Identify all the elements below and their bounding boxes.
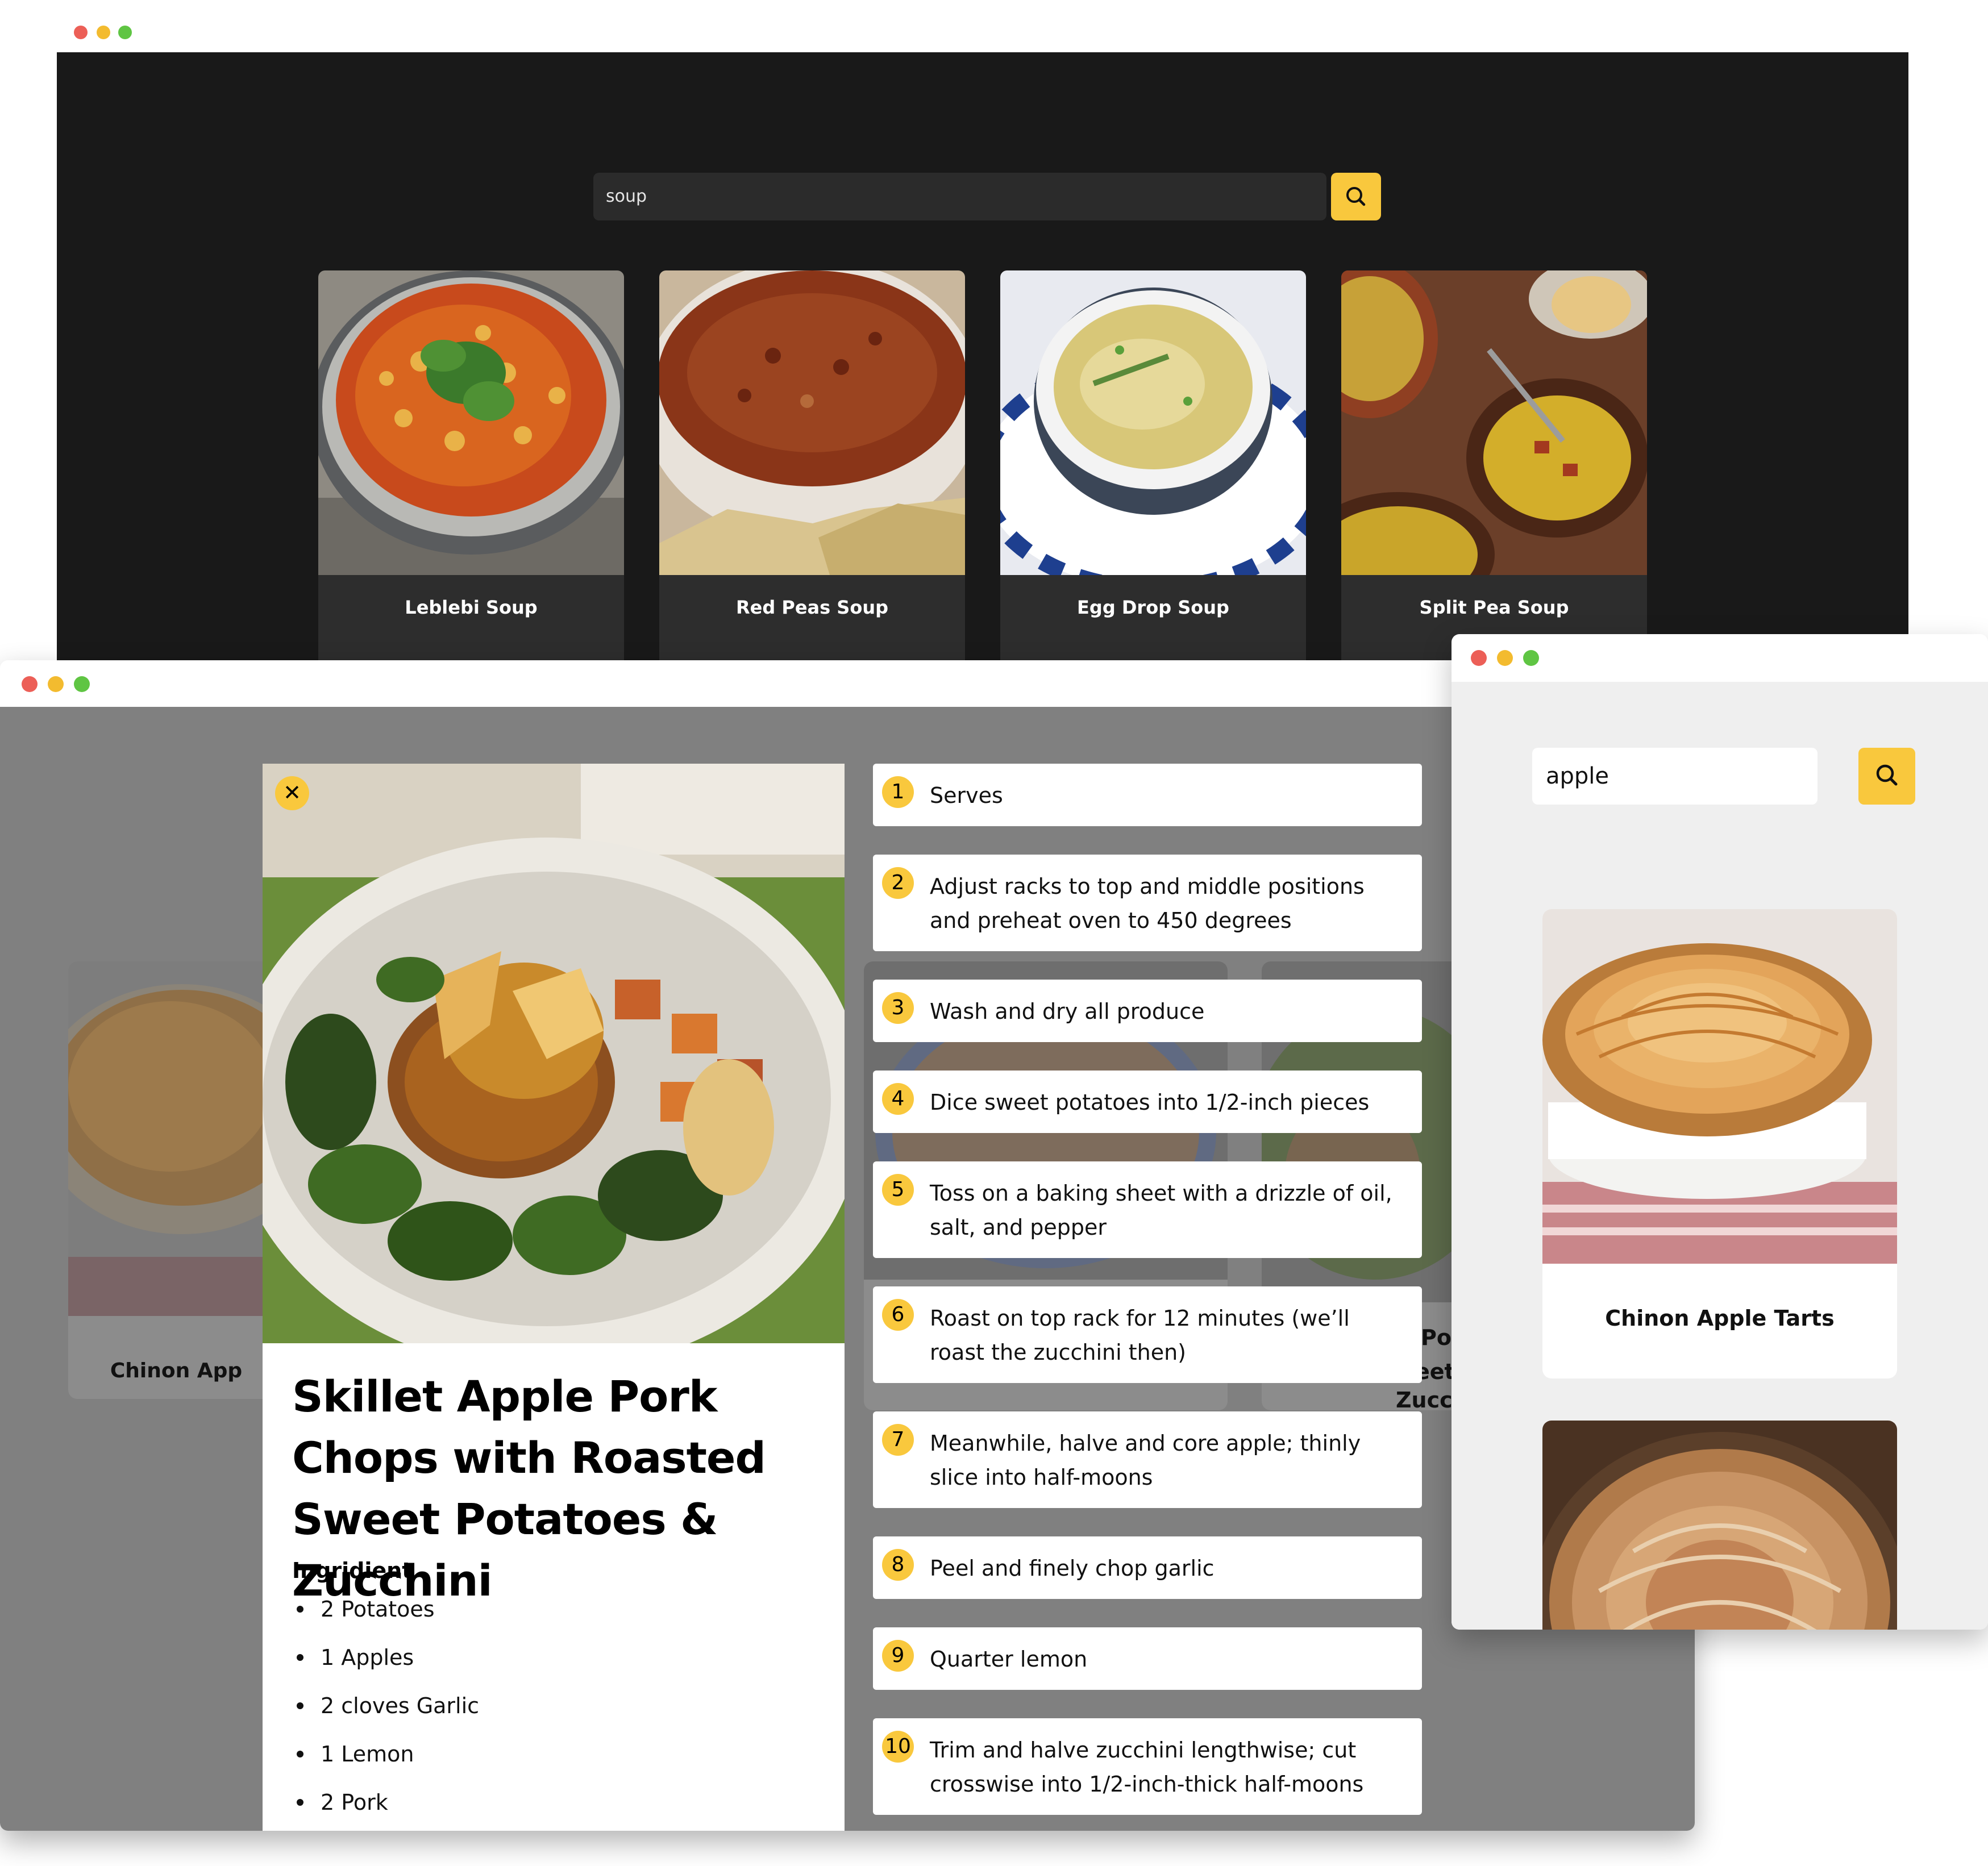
close-icon: ✕: [283, 780, 301, 805]
step-card: 3 Wash and dry all produce: [873, 980, 1422, 1042]
maximize-window-dot[interactable]: [1523, 650, 1539, 666]
step-text: Serves: [930, 783, 1003, 808]
recipe-card[interactable]: Red Peas Soup: [659, 270, 965, 665]
step-card: 7 Meanwhile, halve and core apple; thinl…: [873, 1411, 1422, 1508]
search-icon: [1876, 764, 1898, 786]
recipe-image: [263, 764, 845, 1343]
detail-page-overlay: Chinon App Po eet Zucch ✕ Skillet Apple …: [0, 707, 1695, 1831]
recipe-detail-window: Chinon App Po eet Zucch ✕ Skillet Apple …: [0, 660, 1695, 1831]
recipe-card[interactable]: Chinon Apple Tarts: [1542, 909, 1897, 1378]
step-text: Meanwhile, halve and core apple; thinly …: [930, 1431, 1361, 1490]
maximize-window-dot[interactable]: [118, 26, 132, 39]
recipe-card[interactable]: Split Pea Soup: [1341, 270, 1647, 665]
step-text: Toss on a baking sheet with a drizzle of…: [930, 1181, 1392, 1240]
step-number: 7: [882, 1424, 914, 1456]
minimize-window-dot[interactable]: [48, 676, 64, 692]
recipe-image: [1542, 909, 1897, 1264]
search-input[interactable]: apple: [1532, 748, 1818, 805]
recipe-title: Chinon Apple Tarts: [1605, 1306, 1835, 1331]
ingredient-item: 1 Apples: [292, 1640, 479, 1689]
step-card: 9 Quarter lemon: [873, 1627, 1422, 1690]
search-button[interactable]: [1858, 748, 1915, 805]
ingredient-item: 1 Lemon: [292, 1737, 479, 1785]
step-text: Quarter lemon: [930, 1647, 1088, 1672]
soup-page: soup Leblebi Soup Red Peas Soup Egg Drop…: [57, 52, 1908, 665]
recipe-card[interactable]: Egg Drop Soup: [1000, 270, 1306, 665]
minimize-window-dot[interactable]: [1497, 650, 1513, 666]
window-titlebar: [1452, 634, 1988, 682]
window-titlebar: [0, 0, 1988, 52]
ingredient-item: 2 cloves Garlic: [292, 1689, 479, 1737]
recipe-image: [1000, 270, 1306, 575]
step-card: 1 Serves: [873, 764, 1422, 826]
recipe-card[interactable]: [1542, 1421, 1897, 1630]
step-number: 2: [882, 867, 914, 899]
recipe-title: Egg Drop Soup: [1077, 597, 1229, 618]
step-card: 6 Roast on top rack for 12 minutes (we’l…: [873, 1286, 1422, 1383]
step-number: 8: [882, 1549, 914, 1581]
search-icon: [1346, 187, 1366, 206]
recipe-detail-panel: ✕ Skillet Apple Pork Chops with Roasted …: [263, 764, 845, 1831]
search-input[interactable]: soup: [593, 173, 1326, 220]
apple-page: apple Chinon Apple Tarts: [1452, 682, 1988, 1630]
apple-search-window: apple Chinon Apple Tarts: [1452, 634, 1988, 1630]
step-card: 5 Toss on a baking sheet with a drizzle …: [873, 1161, 1422, 1258]
recipe-card[interactable]: Leblebi Soup: [318, 270, 624, 665]
step-text: Trim and halve zucchini lengthwise; cut …: [930, 1738, 1364, 1797]
minimize-window-dot[interactable]: [97, 26, 110, 39]
step-card: 4 Dice sweet potatoes into 1/2-inch piec…: [873, 1071, 1422, 1133]
close-detail-button[interactable]: ✕: [275, 776, 309, 810]
close-window-dot[interactable]: [1471, 650, 1487, 666]
close-window-dot[interactable]: [22, 676, 38, 692]
close-window-dot[interactable]: [74, 26, 88, 39]
recipe-title-fragment: Po: [1421, 1325, 1452, 1350]
recipe-image: [318, 270, 624, 575]
step-number: 9: [882, 1640, 914, 1672]
step-number: 5: [882, 1174, 914, 1206]
step-number: 1: [882, 776, 914, 808]
step-number: 10: [882, 1731, 914, 1763]
step-text: Roast on top rack for 12 minutes (we’ll …: [930, 1306, 1350, 1365]
step-text: Peel and finely chop garlic: [930, 1556, 1215, 1581]
maximize-window-dot[interactable]: [74, 676, 90, 692]
search-button[interactable]: [1331, 173, 1381, 220]
step-card: 2 Adjust racks to top and middle positio…: [873, 855, 1422, 951]
step-text: Dice sweet potatoes into 1/2-inch pieces: [930, 1090, 1370, 1115]
step-number: 4: [882, 1083, 914, 1115]
step-number: 3: [882, 992, 914, 1024]
recipe-title: Red Peas Soup: [735, 597, 889, 618]
step-card: 8 Peel and finely chop garlic: [873, 1536, 1422, 1599]
recipe-image: [659, 270, 965, 575]
ingredients-heading: Ingridient: [292, 1558, 413, 1583]
step-text: Wash and dry all produce: [930, 999, 1205, 1024]
step-number: 6: [882, 1299, 914, 1331]
step-card: 10 Trim and halve zucchini lengthwise; c…: [873, 1718, 1422, 1815]
step-text: Adjust racks to top and middle positions…: [930, 874, 1365, 933]
recipe-image: [1542, 1421, 1897, 1630]
ingredients-list: 2 Potatoes 1 Apples 2 cloves Garlic 1 Le…: [292, 1592, 479, 1831]
window-titlebar: [0, 660, 1695, 707]
ingredient-item: 2 Pork: [292, 1785, 479, 1831]
ingredient-item: 2 Potatoes: [292, 1592, 479, 1640]
recipe-image: [1341, 270, 1647, 575]
soup-search-window: soup Leblebi Soup Red Peas Soup Egg Drop…: [0, 0, 1988, 665]
recipe-title: Leblebi Soup: [405, 597, 538, 618]
recipe-title: Split Pea Soup: [1419, 597, 1569, 618]
